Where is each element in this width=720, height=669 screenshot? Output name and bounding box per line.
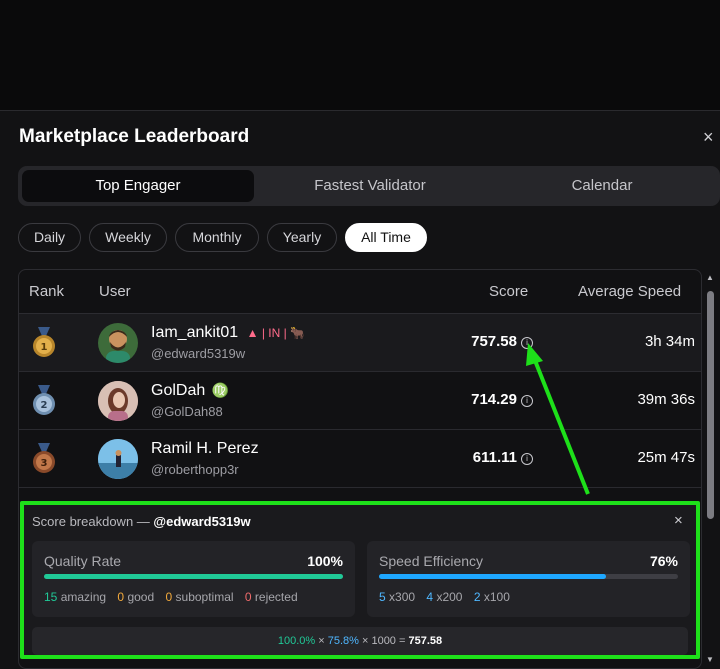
header-score: Score: [489, 283, 529, 300]
scroll-thumb[interactable]: [707, 291, 714, 519]
quality-rate-card: Quality Rate 100% 15 amazing 0 good 0 su…: [32, 541, 355, 617]
legend-x200: 4 x200: [426, 590, 462, 604]
legend-count: 15: [44, 590, 58, 604]
avatar: [98, 381, 138, 421]
legend-text: x200: [436, 590, 463, 604]
table-row[interactable]: 3 Ramil H. Perez @roberthopp3r 611.11 i …: [19, 430, 701, 488]
scroll-down-icon[interactable]: ▼: [706, 655, 714, 664]
speed-efficiency-bar: [379, 574, 678, 579]
user-name-text: Iam_ankit01: [151, 324, 239, 341]
scroll-up-icon[interactable]: ▲: [706, 273, 714, 282]
quality-rate-bar-fill: [44, 574, 343, 579]
table-row[interactable]: 2 GolDah ♍ @GolDah88 714.29 i 39m 36s: [19, 372, 701, 430]
score-value: 714.29: [471, 391, 517, 408]
svg-text:1: 1: [41, 342, 48, 353]
info-icon[interactable]: i: [521, 337, 533, 349]
legend-x300: 5 x300: [379, 590, 415, 604]
legend-text: x300: [389, 590, 416, 604]
speed-efficiency-value: 76%: [649, 553, 678, 569]
user-name[interactable]: Iam_ankit01 ▲ | IN | 🐂: [151, 324, 305, 342]
breakdown-title-handle: @edward5319w: [153, 514, 251, 529]
table-scrollbar[interactable]: ▲ ▼: [705, 271, 715, 666]
filter-monthly[interactable]: Monthly: [175, 223, 259, 252]
user-handle: @GolDah88: [151, 404, 223, 419]
formula-operator: ×: [315, 635, 328, 647]
legend-count: 0: [117, 590, 125, 604]
table-header: Rank User Score Average Speed: [19, 270, 701, 314]
speed-efficiency-bar-fill: [379, 574, 607, 579]
filter-yearly[interactable]: Yearly: [267, 223, 337, 252]
filter-weekly[interactable]: Weekly: [89, 223, 167, 252]
legend-suboptimal: 0 suboptimal: [165, 590, 233, 604]
tab-calendar[interactable]: Calendar: [486, 170, 718, 202]
legend-text: x100: [483, 590, 510, 604]
user-name-text: Ramil H. Perez: [151, 440, 259, 457]
legend-count: 0: [165, 590, 173, 604]
user-badges: ▲ | IN | 🐂: [246, 326, 306, 340]
close-icon[interactable]: ×: [703, 127, 714, 147]
legend-count: 0: [244, 590, 252, 604]
table-row[interactable]: 1 Iam_ankit01 ▲ | IN | 🐂 @edward5319w 75…: [19, 314, 701, 372]
legend-good: 0 good: [117, 590, 154, 604]
user-badges: ♍: [211, 382, 230, 398]
score-value: 611.11: [472, 449, 517, 466]
header-rank: Rank: [29, 283, 65, 300]
legend-text: amazing: [60, 590, 107, 604]
user-name-text: GolDah: [151, 382, 206, 399]
formula-speed: 75.8%: [327, 635, 359, 647]
user-name[interactable]: Ramil H. Perez: [151, 440, 259, 458]
average-speed-value: 39m 36s: [637, 391, 695, 408]
bronze-medal-icon: 3: [33, 443, 55, 473]
score-value: 757.58: [471, 333, 517, 350]
legend-amazing: 15 amazing: [44, 590, 106, 604]
modal-title: Marketplace Leaderboard: [19, 126, 250, 147]
speed-efficiency-label: Speed Efficiency: [379, 553, 484, 569]
breakdown-title: Score breakdown — @edward5319w: [32, 514, 251, 529]
user-handle: @roberthopp3r: [151, 462, 239, 477]
silver-medal-icon: 2: [33, 385, 55, 415]
score-breakdown-panel: Score breakdown — @edward5319w × Quality…: [20, 501, 700, 659]
filter-all-time[interactable]: All Time: [345, 223, 427, 252]
legend-count: 5: [379, 590, 386, 604]
tab-bar: Top Engager Fastest Validator Calendar: [18, 166, 720, 206]
legend-rejected: 0 rejected: [245, 590, 298, 604]
legend-text: good: [127, 590, 155, 604]
user-handle: @edward5319w: [151, 346, 246, 361]
score-formula: 100.0% × 75.8% × 1000 = 757.58: [32, 627, 688, 655]
close-icon[interactable]: ×: [674, 512, 683, 529]
quality-rate-value: 100%: [307, 553, 343, 569]
quality-legend: 15 amazing 0 good 0 suboptimal 0 rejecte…: [44, 590, 306, 604]
legend-text: suboptimal: [175, 590, 234, 604]
avatar: [98, 323, 138, 363]
breakdown-title-prefix: Score breakdown —: [32, 514, 154, 529]
quality-rate-label: Quality Rate: [44, 553, 122, 569]
header-average-speed: Average Speed: [578, 283, 682, 300]
legend-count: 2: [473, 590, 481, 604]
header-user: User: [99, 283, 131, 300]
formula-quality: 100.0%: [277, 635, 316, 647]
average-speed-value: 3h 34m: [644, 333, 695, 350]
legend-count: 4: [426, 590, 434, 604]
speed-efficiency-card: Speed Efficiency 76% 5 x300 4 x200 2 x10…: [367, 541, 690, 617]
quality-rate-bar: [44, 574, 343, 579]
formula-result: 757.58: [408, 635, 443, 647]
user-name[interactable]: GolDah ♍: [151, 382, 229, 400]
svg-text:3: 3: [41, 458, 48, 469]
filter-daily[interactable]: Daily: [18, 223, 81, 252]
tab-top-engager[interactable]: Top Engager: [22, 170, 254, 202]
avatar: [98, 439, 138, 479]
info-icon[interactable]: i: [521, 395, 533, 407]
info-icon[interactable]: i: [521, 453, 533, 465]
svg-text:2: 2: [41, 400, 48, 411]
legend-x100: 2 x100: [474, 590, 510, 604]
legend-text: rejected: [254, 590, 298, 604]
formula-multiplier: × 1000 =: [358, 635, 409, 647]
leaderboard-modal: Marketplace Leaderboard × Top Engager Fa…: [0, 110, 720, 669]
speed-legend: 5 x300 4 x200 2 x100: [379, 590, 518, 604]
gold-medal-icon: 1: [33, 327, 55, 357]
tab-fastest-validator[interactable]: Fastest Validator: [254, 170, 486, 202]
average-speed-value: 25m 47s: [637, 449, 695, 466]
